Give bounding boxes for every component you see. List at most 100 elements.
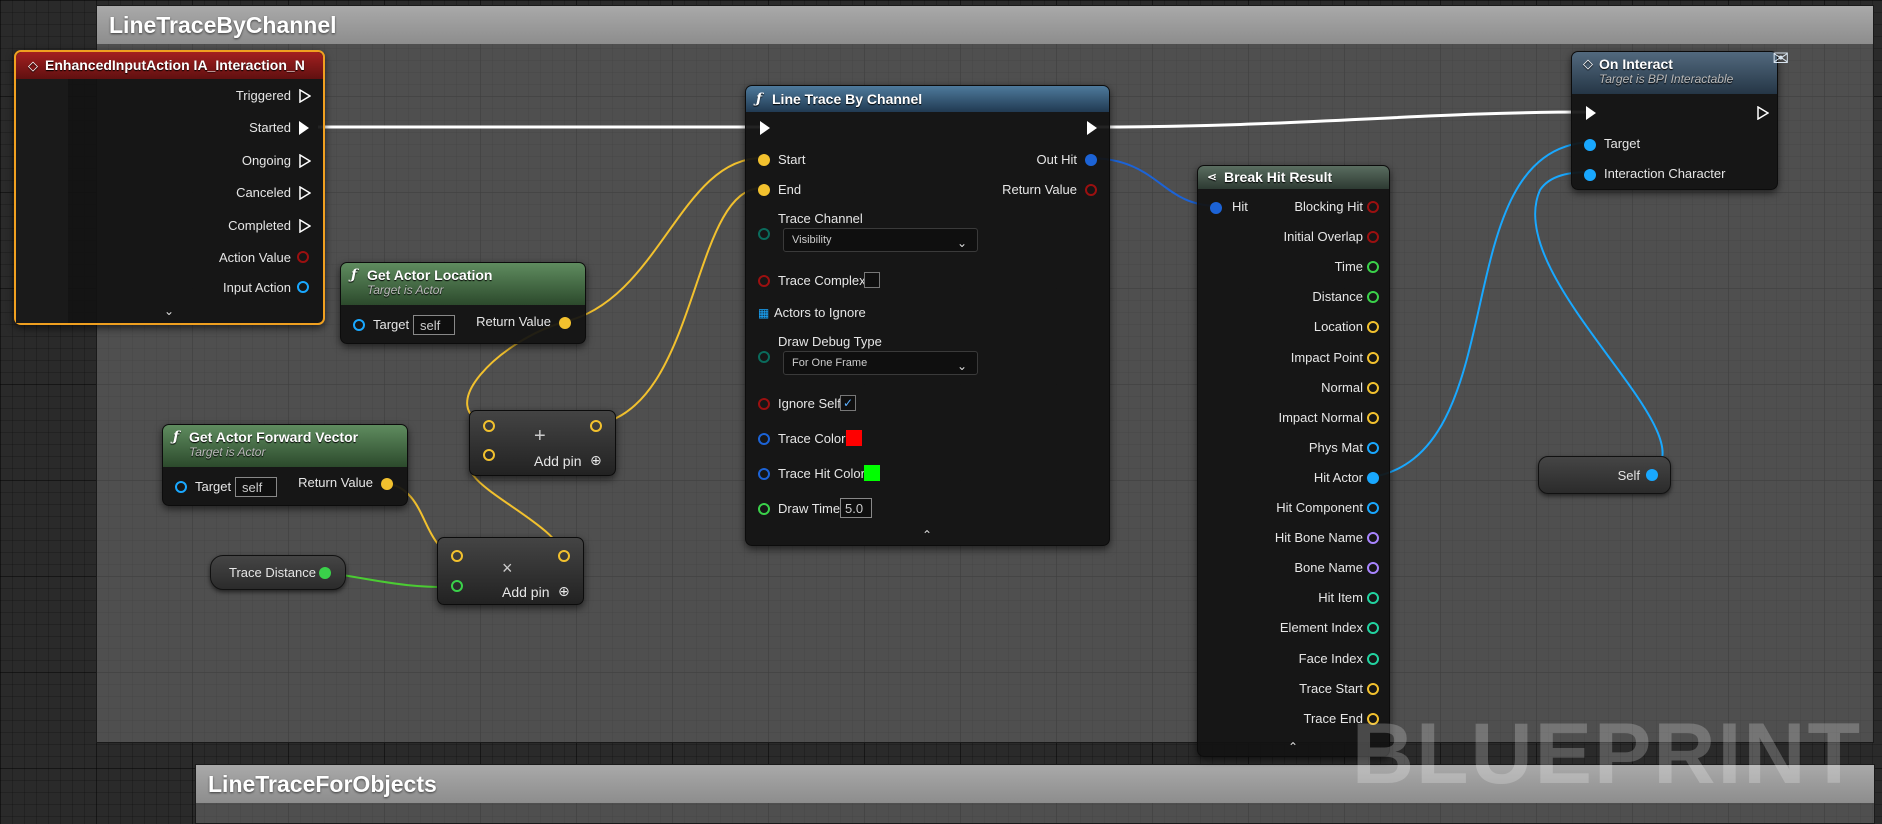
- vector-pin-a[interactable]: [483, 420, 495, 432]
- vector-pin-a[interactable]: [451, 550, 463, 562]
- pin-label-trace-color: Trace Color: [778, 431, 846, 446]
- add-pin-plus-icon[interactable]: ⊕: [558, 583, 570, 600]
- bool-pin-initial-overlap[interactable]: [1367, 231, 1379, 244]
- dropdown-value: For One Frame: [792, 357, 868, 369]
- float-pin-distance[interactable]: [1367, 291, 1379, 304]
- add-pin-label[interactable]: Add pin: [534, 453, 581, 469]
- trace-hit-color-swatch[interactable]: [864, 465, 880, 481]
- array-pin-actors-to-ignore[interactable]: ▦: [758, 306, 769, 320]
- exec-pin-in[interactable]: [760, 121, 770, 135]
- object-pin-interaction-character[interactable]: [1584, 169, 1596, 181]
- float-pin-output[interactable]: [319, 567, 331, 579]
- object-pin-target[interactable]: [175, 481, 187, 493]
- exec-pin-out[interactable]: [1087, 121, 1097, 135]
- exec-pin-ongoing[interactable]: [299, 154, 311, 168]
- target-self-field[interactable]: self: [413, 315, 455, 335]
- ignore-self-checkbox[interactable]: ✓: [840, 395, 856, 411]
- bool-pin-trace-complex[interactable]: [758, 275, 770, 287]
- color-pin-trace-color[interactable]: [758, 433, 770, 445]
- vector-pin-trace-start[interactable]: [1367, 682, 1379, 695]
- exec-pin-triggered[interactable]: [299, 89, 311, 103]
- vector-pin-impact-point[interactable]: [1367, 351, 1379, 364]
- target-self-field[interactable]: self: [235, 477, 277, 497]
- pin-label-hit: Hit: [1232, 199, 1248, 214]
- int-pin-element-index[interactable]: [1367, 622, 1379, 635]
- bool-pin-blocking-hit[interactable]: [1367, 201, 1379, 213]
- struct-pin-hit[interactable]: [1210, 202, 1222, 214]
- object-pin-target[interactable]: [353, 319, 365, 331]
- draw-time-field[interactable]: 5.0: [840, 498, 872, 518]
- pin-label-hit-component: Hit Component: [1276, 500, 1363, 515]
- node-title: Get Actor Location: [367, 267, 493, 283]
- pin-label-distance: Distance: [1312, 289, 1363, 305]
- float-pin-draw-time[interactable]: [758, 503, 770, 515]
- add-vector-node[interactable]: + Add pin ⊕: [469, 410, 616, 476]
- enum-pin-draw-debug-type[interactable]: [758, 351, 770, 363]
- float-pin-time[interactable]: [1367, 261, 1379, 274]
- on-interact-node[interactable]: ◇ On Interact Target is BPI Interactable…: [1571, 48, 1789, 190]
- collapse-chevron-icon[interactable]: ⌃: [1288, 740, 1298, 754]
- vector-pin-location[interactable]: [1367, 321, 1379, 334]
- vector-pin-impact-normal[interactable]: [1367, 411, 1379, 424]
- event-diamond-icon: ◇: [1583, 56, 1593, 71]
- multiply-vector-node[interactable]: × Add pin ⊕: [437, 537, 584, 605]
- object-pin-hit-actor[interactable]: [1367, 471, 1379, 484]
- pin-label-element-index: Element Index: [1279, 620, 1363, 636]
- add-pin-plus-icon[interactable]: ⊕: [590, 452, 602, 469]
- exec-pin-completed[interactable]: [299, 219, 311, 233]
- float-pin-b[interactable]: [451, 580, 463, 592]
- get-actor-forward-vector-node[interactable]: ƒ Get Actor Forward Vector Target is Act…: [162, 424, 408, 506]
- vector-pin-return-value[interactable]: [559, 317, 571, 329]
- bool-pin-return-value[interactable]: [1085, 184, 1097, 196]
- expand-chevron-icon[interactable]: ⌄: [164, 304, 174, 318]
- trace-distance-variable[interactable]: Trace Distance: [210, 555, 346, 590]
- node-title: On Interact: [1599, 56, 1673, 72]
- add-pin-label[interactable]: Add pin: [502, 584, 549, 600]
- name-pin-hit-bone-name[interactable]: [1367, 532, 1379, 545]
- self-reference-node[interactable]: Self: [1538, 456, 1671, 494]
- draw-debug-type-dropdown[interactable]: For One Frame ⌄: [783, 351, 978, 375]
- break-hit-result-node[interactable]: ⋖ Break Hit Result Hit Blocking Hit Initi…: [1197, 165, 1390, 757]
- pin-label-initial-overlap: Initial Overlap: [1283, 229, 1363, 245]
- vector-pin-return-value[interactable]: [381, 478, 393, 490]
- node-subtitle: Target is Actor: [367, 283, 444, 297]
- pin-label-target: Target: [1604, 136, 1641, 151]
- int-pin-hit-item[interactable]: [1367, 592, 1379, 605]
- exec-pin-out[interactable]: [1757, 106, 1769, 120]
- pin-label-impact-point: Impact Point: [1290, 349, 1363, 365]
- exec-pin-in[interactable]: [1586, 106, 1596, 120]
- trace-complex-checkbox[interactable]: [864, 272, 880, 288]
- self-label: Self: [1617, 468, 1640, 483]
- object-pin-hit-component[interactable]: [1367, 502, 1379, 514]
- exec-pin-started[interactable]: [299, 121, 309, 135]
- object-pin-phys-mat[interactable]: [1367, 441, 1379, 454]
- object-pin-input-action[interactable]: [297, 281, 309, 293]
- enum-pin-trace-channel[interactable]: [758, 228, 770, 240]
- int-pin-face-index[interactable]: [1367, 652, 1379, 665]
- trace-channel-dropdown[interactable]: Visibility ⌄: [783, 228, 978, 252]
- vector-pin-normal[interactable]: [1367, 381, 1379, 394]
- get-actor-location-node[interactable]: ƒ Get Actor Location Target is Actor Tar…: [340, 262, 586, 344]
- vector-pin-end[interactable]: [758, 184, 770, 196]
- vector-pin-b[interactable]: [483, 449, 495, 461]
- vector-pin-output[interactable]: [558, 550, 570, 562]
- pin-label-started: Started: [249, 120, 291, 135]
- bool-pin-action-value[interactable]: [297, 251, 309, 263]
- pin-label-hit-bone-name: Hit Bone Name: [1274, 530, 1363, 546]
- trace-color-swatch[interactable]: [846, 430, 862, 446]
- object-pin-target[interactable]: [1584, 139, 1596, 151]
- vector-pin-output[interactable]: [590, 420, 602, 432]
- bool-pin-ignore-self[interactable]: [758, 398, 770, 410]
- enhanced-input-action-node[interactable]: ◇ EnhancedInputAction IA_Interaction_N T…: [14, 50, 325, 325]
- collapse-chevron-icon[interactable]: ⌃: [922, 528, 932, 542]
- line-trace-by-channel-node[interactable]: ƒ Line Trace By Channel Start End Out Hi…: [745, 85, 1110, 546]
- struct-pin-out-hit[interactable]: [1085, 154, 1097, 166]
- node-header: ƒ Get Actor Location Target is Actor: [341, 263, 585, 305]
- pin-label-phys-mat: Phys Mat: [1308, 439, 1363, 455]
- vector-pin-start[interactable]: [758, 154, 770, 166]
- color-pin-trace-hit-color[interactable]: [758, 468, 770, 480]
- name-pin-bone-name[interactable]: [1367, 562, 1379, 575]
- exec-pin-canceled[interactable]: [299, 186, 311, 200]
- object-pin-self[interactable]: [1646, 469, 1658, 481]
- pin-label-location: Location: [1313, 319, 1363, 335]
